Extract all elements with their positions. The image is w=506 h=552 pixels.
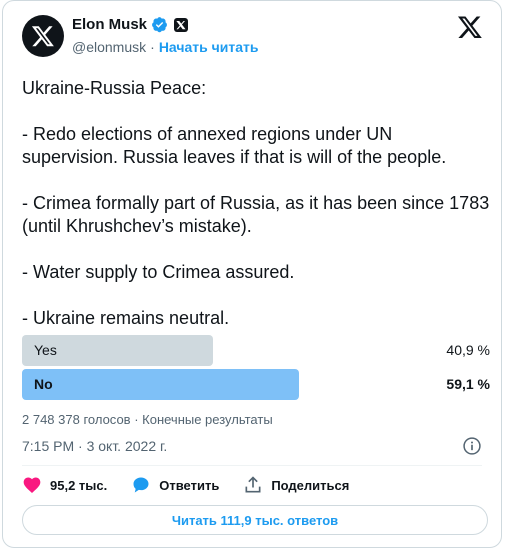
poll-option-yes: Yes 40,9 % [22, 335, 490, 366]
author-handle[interactable]: @elonmusk [72, 39, 146, 55]
x-affiliate-icon [174, 17, 189, 32]
poll-option-label: Yes [34, 342, 57, 358]
x-logo-icon[interactable] [457, 14, 483, 40]
share-icon [245, 476, 261, 493]
like-button[interactable]: 95,2 тыс. [22, 475, 107, 495]
poll-option-no: No 59,1 % [22, 369, 490, 400]
poll-option-percent: 59,1 % [446, 376, 490, 392]
avatar[interactable] [22, 15, 64, 57]
reply-button[interactable]: Ответить [131, 475, 219, 495]
heart-icon [23, 477, 41, 493]
verified-badge-icon [151, 16, 168, 33]
tweet-text: Ukraine-Russia Peace: - Redo elections o… [22, 78, 490, 328]
like-count: 95,2 тыс. [50, 477, 108, 493]
read-replies-button[interactable]: Читать 111,9 тыс. ответов [22, 505, 488, 535]
divider [22, 465, 482, 466]
tweet-card: Elon Musk @elonmusk · Начать читать Ukra… [2, 0, 502, 548]
author-name-row: Elon Musk [72, 16, 189, 33]
info-icon[interactable] [462, 436, 482, 456]
timestamp[interactable]: 7:15 PM · 3 окт. 2022 г. [22, 438, 167, 454]
handle-row: @elonmusk · Начать читать [72, 39, 258, 55]
poll-bar-no [22, 369, 299, 400]
author-name[interactable]: Elon Musk [72, 16, 147, 33]
follow-button[interactable]: Начать читать [159, 39, 259, 55]
separator: · [150, 39, 155, 55]
poll-option-percent: 40,9 % [446, 342, 490, 358]
reply-icon [133, 477, 149, 493]
share-label: Поделиться [271, 477, 350, 493]
poll-summary: 2 748 378 голосов · Конечные результаты [22, 412, 273, 427]
poll-option-label: No [34, 376, 53, 392]
reply-label: Ответить [159, 477, 220, 493]
action-bar: 95,2 тыс. Ответить Поделиться [22, 475, 373, 495]
x-avatar-icon [31, 26, 54, 47]
share-button[interactable]: Поделиться [243, 475, 349, 495]
